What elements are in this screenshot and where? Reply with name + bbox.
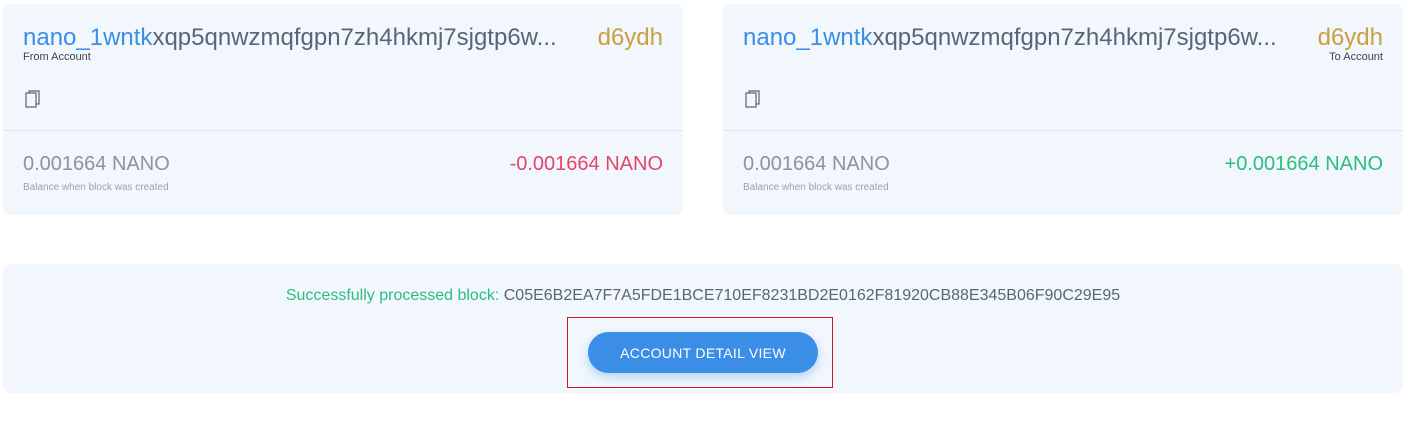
address-suffix: d6ydh xyxy=(1317,24,1383,51)
card-divider xyxy=(3,130,683,131)
address-prefix: nano_1wntk xyxy=(743,24,873,51)
address-prefix: nano_1wntk xyxy=(23,24,153,51)
from-balance-label: Balance when block was created xyxy=(23,182,169,193)
address-middle: xqp5qnwzmqfgpn7zh4hkmj7sjgtp6w... xyxy=(872,24,1277,51)
to-balance-label: Balance when block was created xyxy=(743,182,889,193)
status-line: Successfully processed block: C05E6B2EA7… xyxy=(3,287,1403,305)
result-panel: Successfully processed block: C05E6B2EA7… xyxy=(3,264,1403,393)
from-balance: 0.001664 NANO xyxy=(23,153,170,175)
from-account-label: From Account xyxy=(23,51,91,63)
from-amount: -0.001664 NANO xyxy=(509,153,663,175)
to-account-card: nano_1wntk xqp5qnwzmqfgpn7zh4hkmj7sjgtp6… xyxy=(723,4,1403,215)
from-account-card: nano_1wntk xqp5qnwzmqfgpn7zh4hkmj7sjgtp6… xyxy=(3,4,683,215)
card-divider xyxy=(723,130,1403,131)
to-account-address[interactable]: nano_1wntk xqp5qnwzmqfgpn7zh4hkmj7sjgtp6… xyxy=(743,23,1383,53)
address-middle: xqp5qnwzmqfgpn7zh4hkmj7sjgtp6w... xyxy=(152,24,557,51)
copy-icon[interactable] xyxy=(25,90,41,108)
from-account-address[interactable]: nano_1wntk xqp5qnwzmqfgpn7zh4hkmj7sjgtp6… xyxy=(23,23,663,53)
to-balance: 0.001664 NANO xyxy=(743,153,890,175)
address-suffix: d6ydh xyxy=(597,24,663,51)
account-detail-view-button[interactable]: ACCOUNT DETAIL VIEW xyxy=(588,332,818,373)
copy-icon[interactable] xyxy=(745,90,761,108)
block-hash[interactable]: C05E6B2EA7F7A5FDE1BCE710EF8231BD2E0162F8… xyxy=(504,287,1120,304)
to-amount: +0.001664 NANO xyxy=(1224,153,1383,175)
to-account-label: To Account xyxy=(1329,51,1383,63)
status-text: Successfully processed block: xyxy=(285,287,500,304)
